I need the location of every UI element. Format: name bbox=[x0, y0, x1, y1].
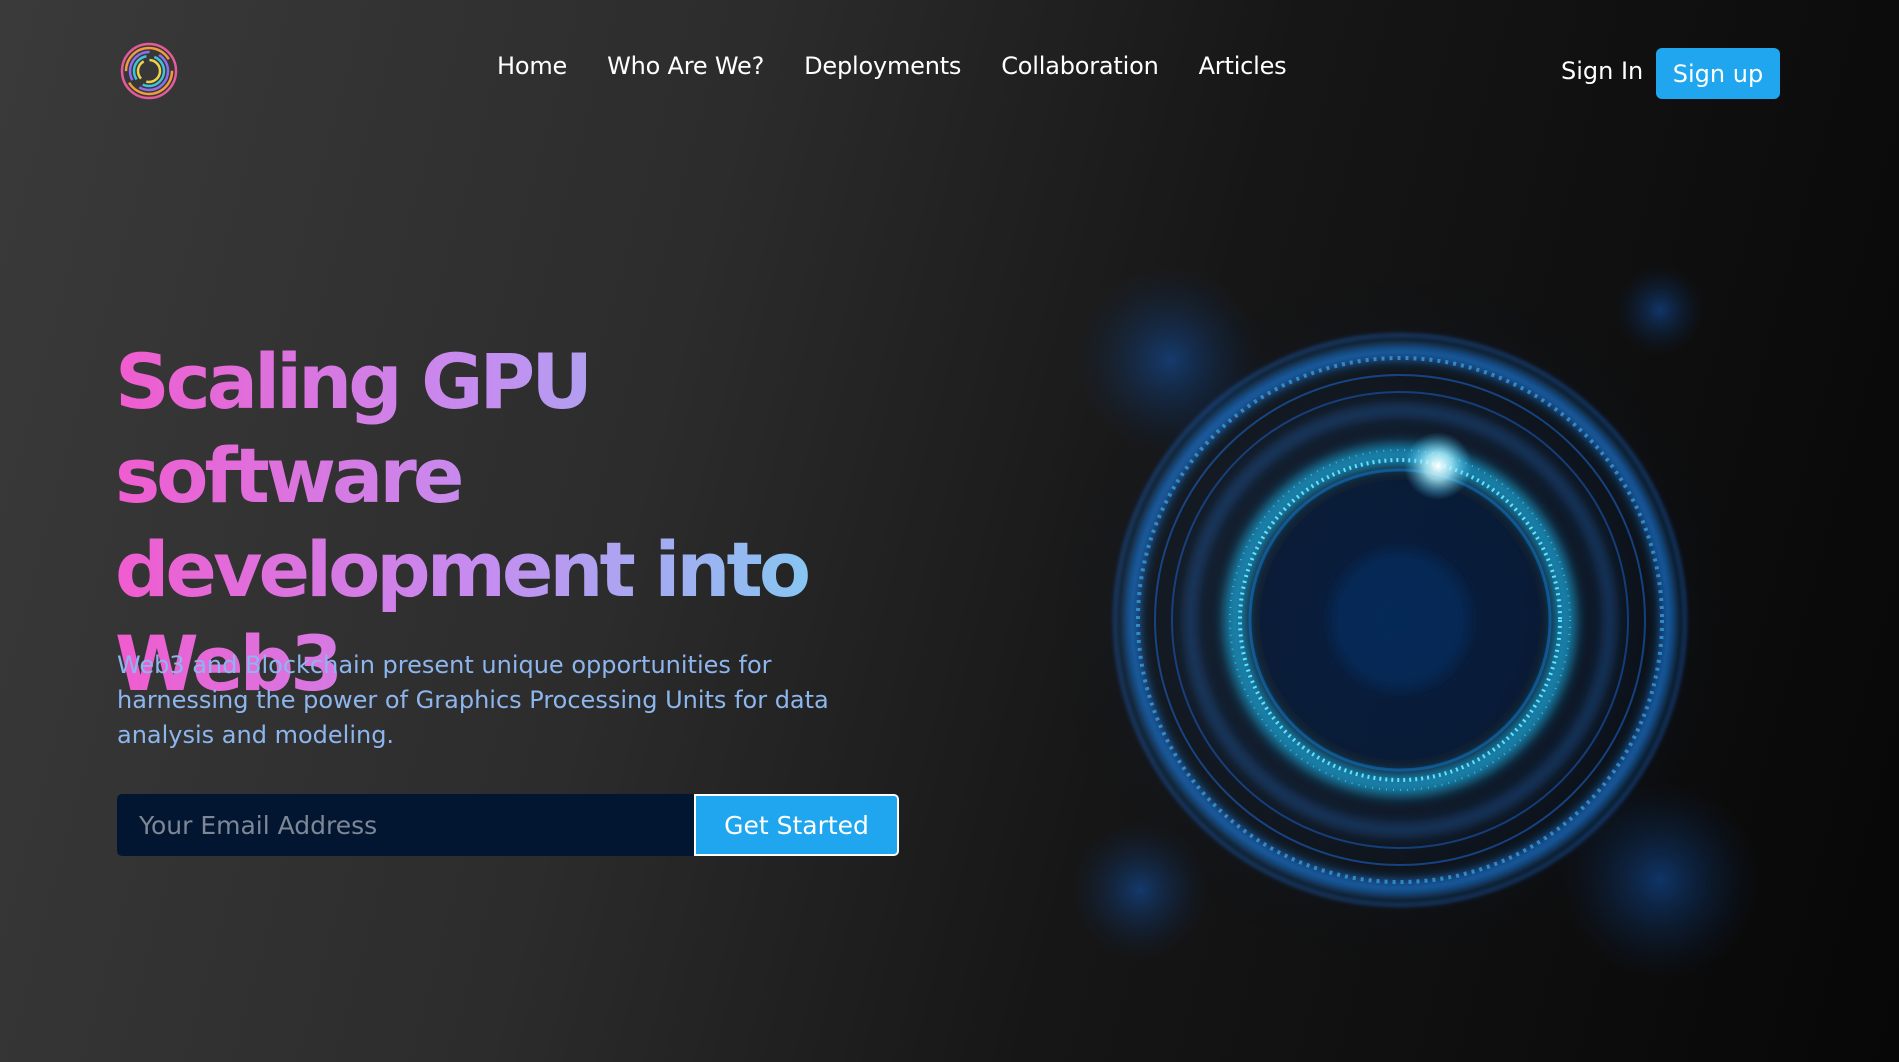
bokeh-orb bbox=[1070, 820, 1210, 960]
hero-subtext: Web3 and Blockchain present unique oppor… bbox=[117, 651, 829, 749]
nav-link-articles[interactable]: Articles bbox=[1199, 52, 1287, 80]
nav-link-home[interactable]: Home bbox=[497, 52, 567, 80]
logo-icon[interactable] bbox=[118, 40, 180, 102]
email-signup-form: Get Started bbox=[117, 794, 899, 856]
nav-link-who-are-we[interactable]: Who Are We? bbox=[607, 52, 764, 80]
landing-page: Home Who Are We? Deployments Collaborati… bbox=[0, 0, 1899, 1062]
sign-in-link[interactable]: Sign In bbox=[1561, 57, 1643, 85]
bokeh-orb bbox=[1615, 265, 1705, 355]
bokeh-orb bbox=[1075, 265, 1265, 455]
sign-up-button[interactable]: Sign up bbox=[1656, 48, 1780, 99]
light-spark bbox=[1404, 432, 1472, 500]
glowing-ring-illustration bbox=[1040, 260, 1760, 980]
nav-link-collaboration[interactable]: Collaboration bbox=[1001, 52, 1159, 80]
get-started-button[interactable]: Get Started bbox=[694, 794, 899, 856]
main-nav: Home Who Are We? Deployments Collaborati… bbox=[497, 52, 1287, 80]
nav-link-deployments[interactable]: Deployments bbox=[804, 52, 961, 80]
email-input[interactable] bbox=[117, 794, 694, 856]
